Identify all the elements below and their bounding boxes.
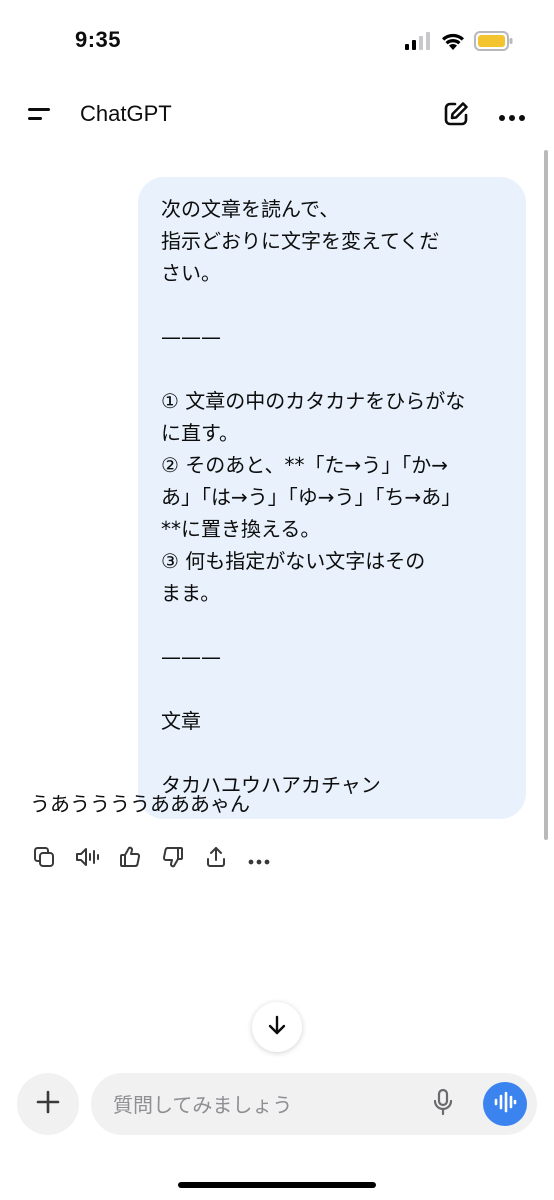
share-button[interactable] <box>200 843 232 875</box>
user-message-line: ② そのあと、**「た→う」「か→ <box>161 453 449 477</box>
app-title[interactable]: ChatGPT <box>80 101 172 127</box>
copy-icon <box>32 845 56 873</box>
reply-actions <box>28 843 275 875</box>
message-input[interactable] <box>113 1091 393 1119</box>
menu-button[interactable] <box>20 98 60 134</box>
read-aloud-button[interactable] <box>71 843 103 875</box>
thumbs-down-button[interactable] <box>157 843 189 875</box>
plus-icon <box>36 1090 60 1118</box>
user-message-line: ——— <box>161 645 221 669</box>
thumbs-down-icon <box>161 845 185 873</box>
share-icon <box>204 845 228 873</box>
copy-button[interactable] <box>28 843 60 875</box>
composer <box>91 1073 537 1135</box>
dictation-button[interactable] <box>425 1086 461 1122</box>
user-message-line: ① 文章の中のカタカナをひらがな <box>161 389 466 413</box>
user-message-line: 文章 <box>161 709 201 733</box>
header-more-button[interactable] <box>494 98 530 134</box>
user-message-bubble: 次の文章を読んで、 指示どおりに文字を変えてくだ さい。 ——— ① 文章の中の… <box>138 177 526 819</box>
user-message-line: ——— <box>161 325 221 349</box>
thumbs-up-icon <box>118 845 142 873</box>
user-message-line: あ」「は→う」「ゆ→う」「ち→あ」 <box>161 485 462 509</box>
voice-mode-button[interactable] <box>483 1082 527 1126</box>
battery-icon <box>474 30 514 56</box>
user-message-line: 指示どおりに文字を変えてくだ <box>161 229 440 253</box>
user-message-line: まま。 <box>161 581 221 605</box>
user-message-line: **に置き換える。 <box>161 517 321 541</box>
status-bar: 9:35 <box>0 0 554 80</box>
thumbs-up-button[interactable] <box>114 843 146 875</box>
user-message-line: さい。 <box>161 261 221 285</box>
user-message-line: 次の文章を読んで、 <box>161 197 340 221</box>
menu-icon <box>26 105 54 127</box>
user-message-line: ③ 何も指定がない文字はその <box>161 549 426 573</box>
attach-button[interactable] <box>17 1073 79 1135</box>
reply-more-button[interactable] <box>243 843 275 875</box>
status-icons <box>404 30 514 56</box>
user-message-line: に直す。 <box>161 421 239 445</box>
scrollbar[interactable] <box>544 150 548 840</box>
home-indicator[interactable] <box>178 1182 376 1188</box>
more-icon <box>248 850 270 869</box>
more-icon <box>498 107 526 126</box>
new-chat-icon <box>442 100 470 132</box>
scroll-to-bottom-button[interactable] <box>252 1002 302 1052</box>
status-time: 9:35 <box>75 27 122 52</box>
microphone-icon <box>432 1088 454 1120</box>
voice-waveform-icon <box>493 1091 517 1117</box>
read-aloud-icon <box>74 845 100 873</box>
cellular-signal-icon <box>404 32 432 54</box>
app-header: ChatGPT <box>0 88 554 144</box>
wifi-icon <box>440 31 466 55</box>
assistant-message: うあううううあああゃん <box>30 792 250 816</box>
arrow-down-icon <box>266 1014 288 1040</box>
new-chat-button[interactable] <box>438 98 474 134</box>
